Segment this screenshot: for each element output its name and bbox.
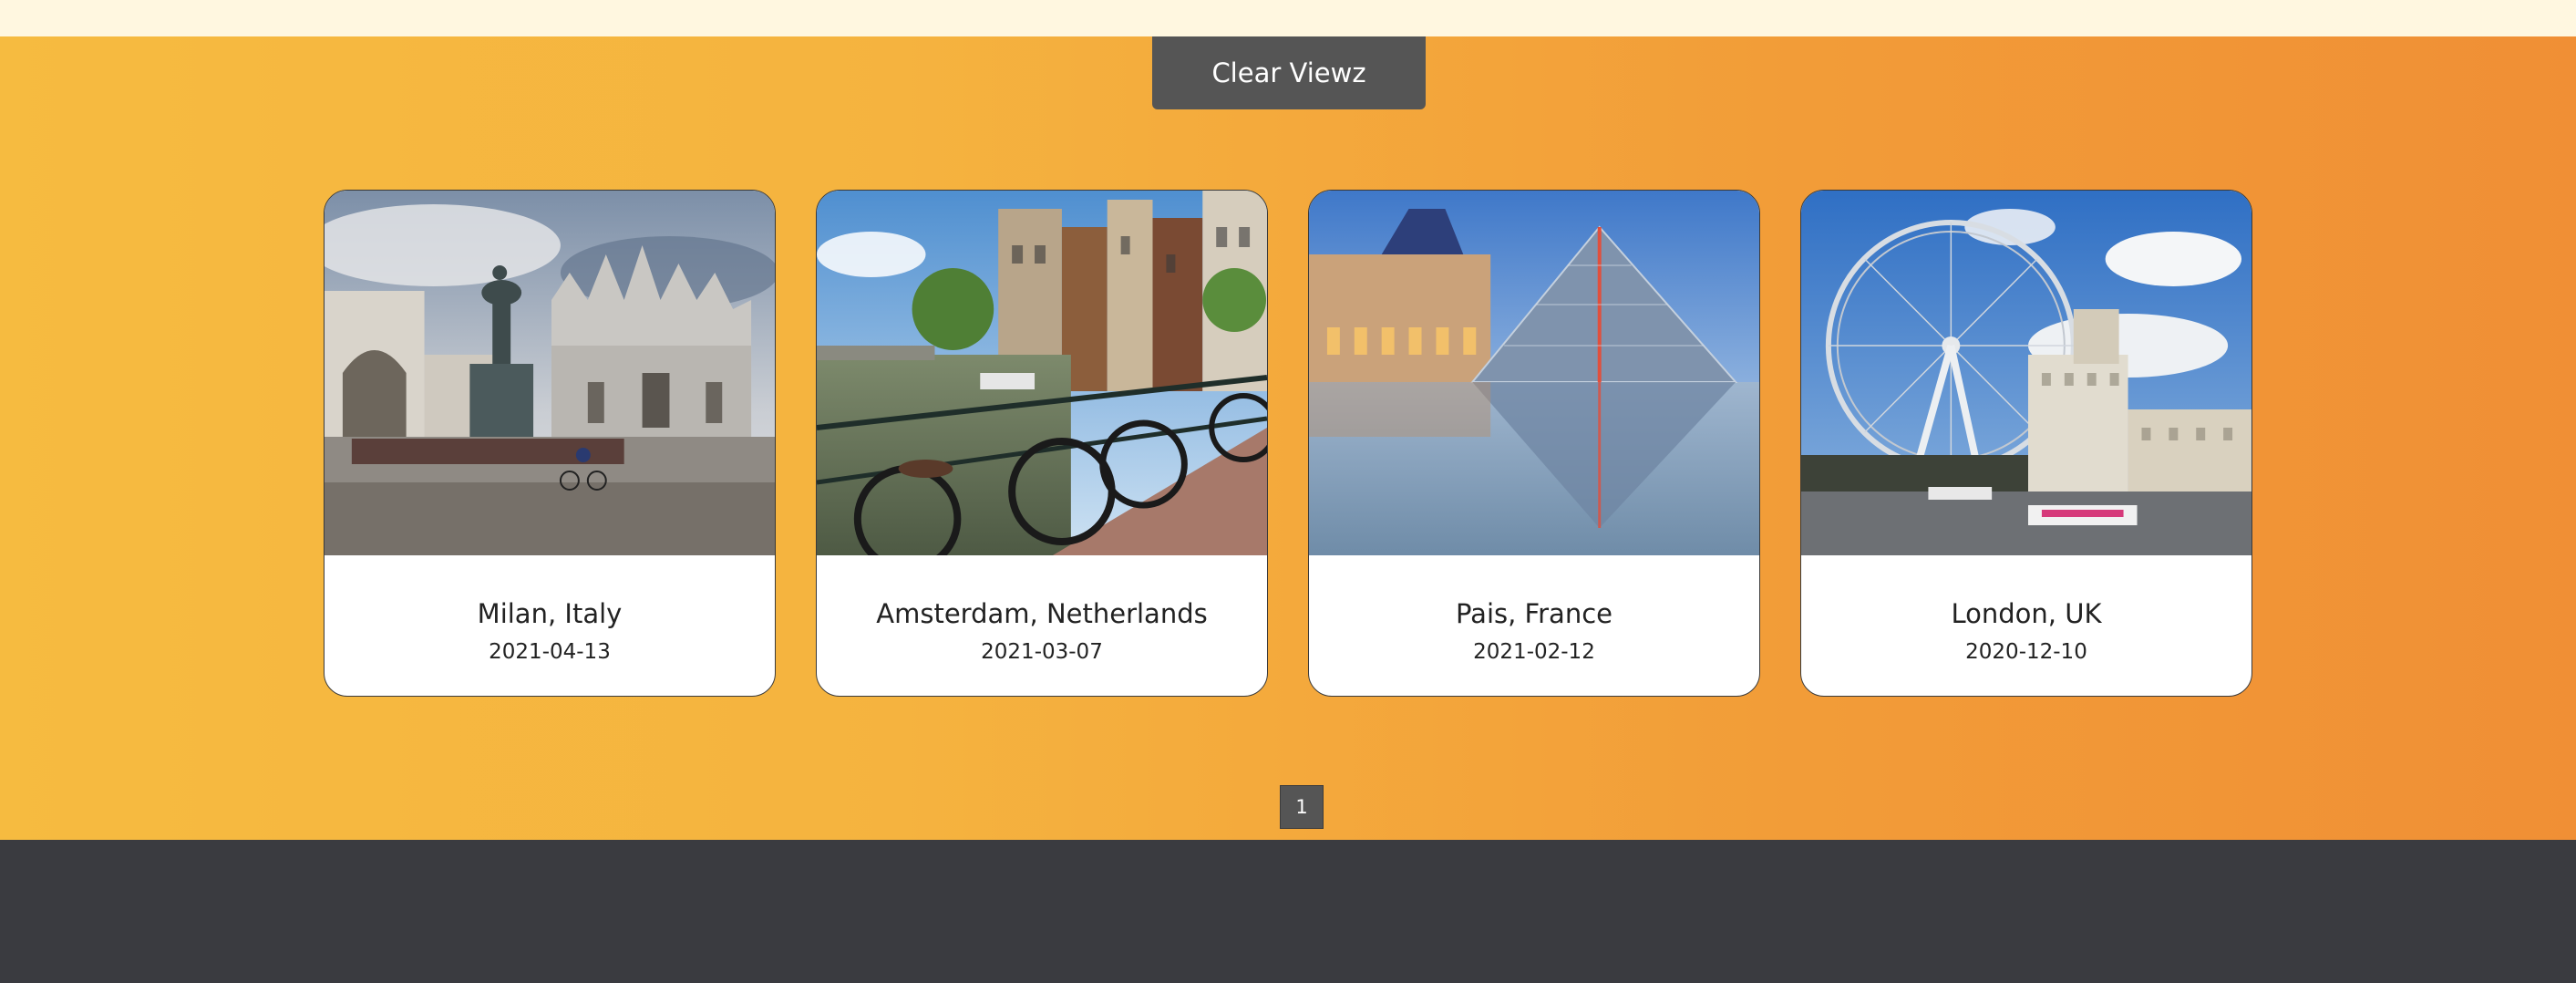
card-date: 2021-04-13 xyxy=(489,640,611,664)
card-title: Pais, France xyxy=(1456,598,1613,629)
card-date: 2021-03-07 xyxy=(981,640,1103,664)
footer xyxy=(0,840,2576,983)
top-bar xyxy=(0,0,2576,36)
card-title: Milan, Italy xyxy=(477,598,623,629)
card-title: Amsterdam, Netherlands xyxy=(876,598,1208,629)
destination-card-paris[interactable]: Pais, France 2021-02-12 xyxy=(1308,190,1760,697)
louvre-pyramid-photo xyxy=(1309,191,1759,555)
card-date: 2020-12-10 xyxy=(1965,640,2087,664)
card-date: 2021-02-12 xyxy=(1473,640,1595,664)
london-eye-photo xyxy=(1801,191,2251,555)
destination-card-amsterdam[interactable]: Amsterdam, Netherlands 2021-03-07 xyxy=(816,190,1268,697)
card-title: London, UK xyxy=(1951,598,2102,629)
milan-cathedral-photo xyxy=(325,191,775,555)
amsterdam-canal-photo xyxy=(817,191,1267,555)
destination-card-london[interactable]: London, UK 2020-12-10 xyxy=(1800,190,2252,697)
destination-card-milan[interactable]: Milan, Italy 2021-04-13 xyxy=(324,190,776,697)
pagination-page-1[interactable]: 1 xyxy=(1280,785,1324,829)
clear-viewz-button[interactable]: Clear Viewz xyxy=(1152,36,1426,109)
